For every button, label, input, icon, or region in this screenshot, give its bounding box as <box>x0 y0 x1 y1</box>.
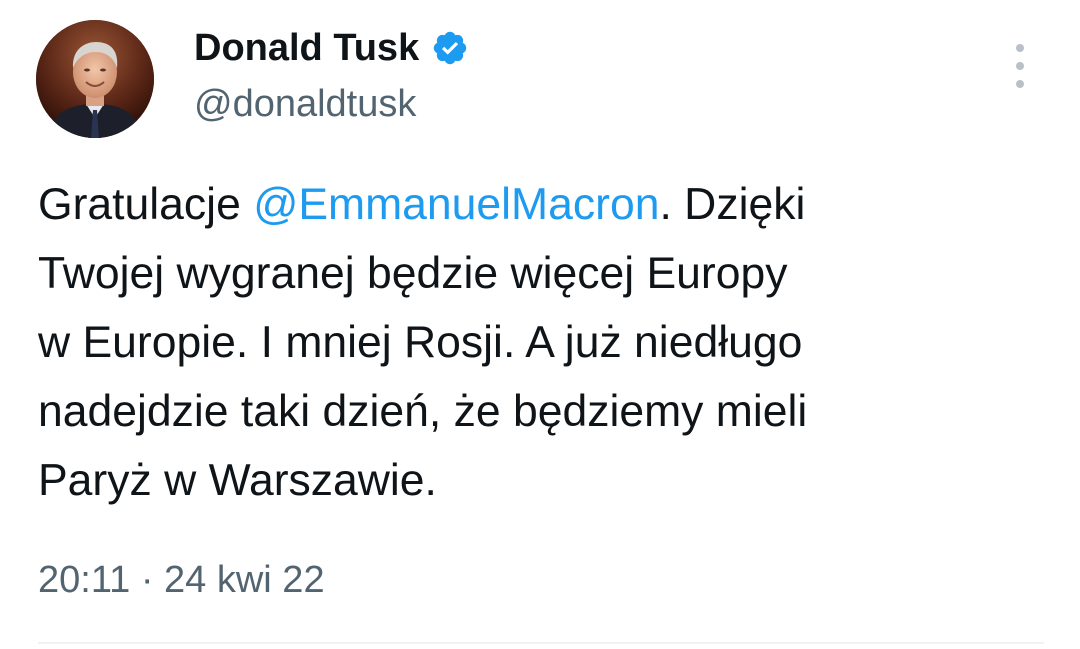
tweet-timestamp[interactable]: 20:11 · 24 kwi 22 <box>38 554 325 606</box>
tweet-text-line: Gratulacje @EmmanuelMacron. Dzięki <box>38 170 1048 239</box>
divider <box>38 642 1044 644</box>
verified-badge-icon <box>431 29 469 67</box>
tweet-text-line: Twojej wygranej będzie więcej Europy <box>38 249 788 298</box>
tweet-text-line: nadejdzie taki dzień, że będziemy mieli <box>38 387 808 436</box>
avatar[interactable] <box>36 20 154 138</box>
mention-link[interactable]: @EmmanuelMacron <box>253 180 659 229</box>
more-dot <box>1016 62 1024 70</box>
author-name-row: Donald Tusk <box>194 22 469 74</box>
more-dot <box>1016 44 1024 52</box>
tweet-text-line: w Europie. I mniej Rosji. A już niedługo <box>38 318 803 367</box>
profile-photo <box>36 20 154 138</box>
more-dot <box>1016 80 1024 88</box>
tweet-text-segment: . Dzięki <box>659 180 806 229</box>
author-handle[interactable]: @donaldtusk <box>194 80 416 128</box>
author-display-name[interactable]: Donald Tusk <box>194 22 419 74</box>
tweet-text-segment: Gratulacje <box>38 180 254 229</box>
tweet-text: Gratulacje @EmmanuelMacron. Dzięki Twoje… <box>38 170 1048 515</box>
tweet-text-line: Paryż w Warszawie. <box>38 456 437 505</box>
more-vertical-icon[interactable] <box>1004 44 1036 88</box>
tweet-card: Donald Tusk @donaldtusk Gratulacje @Emma… <box>0 0 1080 649</box>
